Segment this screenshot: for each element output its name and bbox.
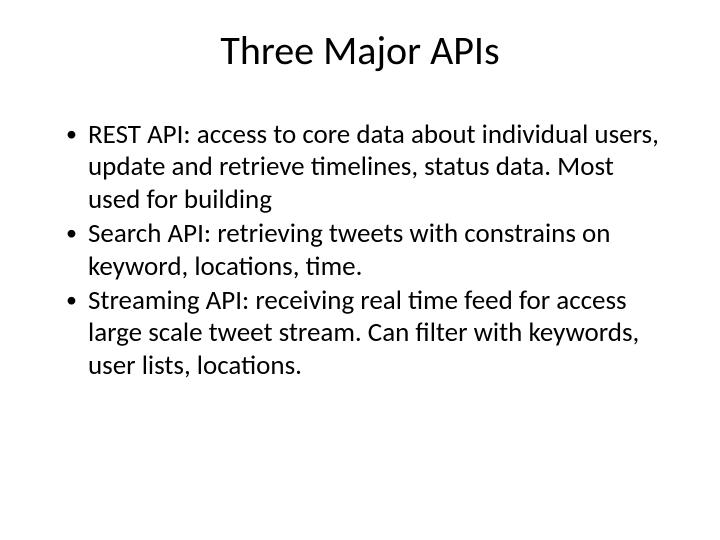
list-item: REST API: access to core data about indi… (60, 119, 660, 216)
slide-title: Three Major APIs (60, 26, 660, 75)
list-item: Search API: retrieving tweets with const… (60, 218, 660, 283)
slide: Three Major APIs REST API: access to cor… (0, 0, 720, 540)
bullet-list: REST API: access to core data about indi… (60, 119, 660, 382)
list-item: Streaming API: receiving real time feed … (60, 285, 660, 382)
slide-body: REST API: access to core data about indi… (60, 119, 660, 382)
